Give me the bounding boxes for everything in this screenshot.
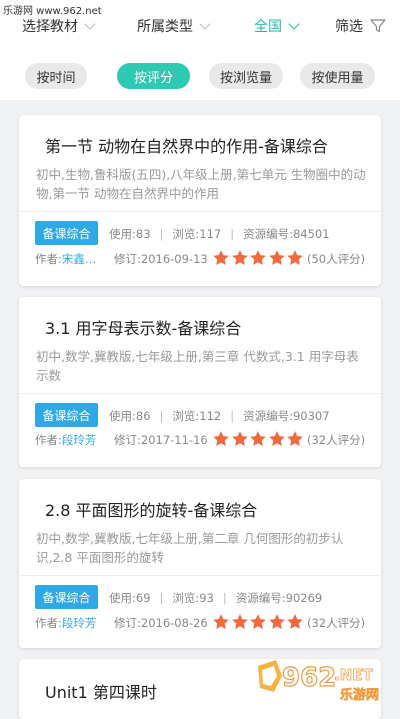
rating-count: (50人评分)	[307, 252, 366, 266]
divider	[19, 393, 381, 394]
divider	[19, 575, 381, 576]
star-icon	[231, 250, 248, 265]
resource-code: 资源编号:90269	[235, 591, 323, 605]
filter-region-label: 全国	[254, 19, 282, 35]
author: 作者:段玲芳	[35, 615, 96, 631]
card-title: Unit1 第四课时	[45, 683, 157, 702]
author-name[interactable]: 段玲芳	[62, 433, 97, 447]
rating-count: (32人评分)	[307, 616, 366, 630]
category-tag: 备课综合	[35, 221, 98, 245]
view-count: 浏览:93	[172, 591, 214, 605]
sort-bar: 按时间 按评分 按浏览量 按使用量	[0, 52, 400, 100]
usage-count: 使用:69	[109, 591, 151, 605]
chevron-down-icon	[84, 17, 96, 30]
filter-type[interactable]: 所属类型	[137, 0, 211, 52]
logo-net: .NET	[334, 666, 373, 684]
card-stats: 使用:69 | 浏览:93 | 资源编号:90269	[109, 591, 323, 605]
card-title: 2.8 平面图形的旋转-备课综合	[45, 501, 258, 520]
star-icon	[287, 614, 303, 629]
author-label: 作者:	[35, 616, 62, 630]
author-label: 作者:	[35, 433, 62, 447]
usage-count: 使用:83	[109, 227, 151, 241]
resource-code: 资源编号:84501	[243, 227, 330, 241]
divider	[19, 211, 381, 212]
resource-card[interactable]: 2.8 平面图形的旋转-备课综合 初中,数学,冀教版,七年级上册,第二章 几何图…	[19, 479, 381, 648]
card-stats: 使用:86 | 浏览:112 | 资源编号:90307	[109, 409, 330, 423]
filter-region[interactable]: 全国	[254, 0, 300, 52]
card-description: 初中,生物,鲁科版(五四),八年级上册,第七单元 生物圈中的动物,第一节 动物在…	[36, 167, 366, 201]
rating-stars	[212, 430, 305, 448]
sort-by-time-button[interactable]: 按时间	[25, 63, 87, 89]
category-tag: 备课综合	[35, 403, 98, 427]
star-icon	[268, 614, 285, 629]
revised-date: 修订:2016-08-26	[114, 616, 208, 630]
revised-date: 修订:2017-11-16	[114, 433, 208, 447]
category-tag: 备课综合	[35, 585, 98, 609]
site-logo-watermark: 962 .NET 乐游网	[258, 660, 379, 703]
filter-textbook-label: 选择教材	[22, 19, 78, 35]
author-name[interactable]: 段玲芳	[62, 616, 97, 630]
rating-stars	[212, 613, 305, 631]
chevron-down-icon	[199, 17, 211, 30]
star-icon	[231, 431, 248, 446]
card-title: 第一节 动物在自然界中的作用-备课综合	[45, 137, 328, 156]
resource-card[interactable]: 3.1 用字母表示数-备课综合 初中,数学,冀教版,七年级上册,第三章 代数式,…	[19, 297, 381, 467]
revised-date: 修订:2016-09-13	[114, 252, 208, 266]
chevron-down-icon	[288, 17, 300, 30]
sort-by-views-button[interactable]: 按浏览量	[209, 63, 283, 89]
view-count: 浏览:112	[172, 409, 222, 423]
star-icon	[268, 250, 285, 265]
sort-by-rating-button[interactable]: 按评分	[117, 63, 190, 89]
author-label: 作者:	[35, 252, 62, 266]
star-icon	[250, 431, 266, 446]
rating-stars	[212, 249, 305, 267]
filter-screen-label: 筛选	[335, 19, 363, 35]
rating-count: (32人评分)	[307, 433, 366, 447]
star-icon	[287, 431, 303, 446]
sort-by-usage-button[interactable]: 按使用量	[300, 63, 375, 89]
author-name[interactable]: 宋鑫…	[62, 252, 97, 266]
logo-text: 962	[282, 663, 336, 693]
star-icon	[250, 250, 266, 265]
star-icon	[213, 614, 229, 629]
card-description: 初中,数学,冀教版,七年级上册,第二章 几何图形的初步认识,2.8 平面图形的旋…	[36, 531, 344, 565]
usage-count: 使用:86	[109, 409, 151, 423]
resource-code: 资源编号:90307	[243, 409, 330, 423]
card-stats: 使用:83 | 浏览:117 | 资源编号:84501	[109, 227, 330, 241]
card-title: 3.1 用字母表示数-备课综合	[45, 319, 242, 338]
star-icon	[287, 250, 303, 265]
star-icon	[268, 431, 285, 446]
card-description: 初中,数学,冀教版,七年级上册,第三章 代数式,3.1 用字母表示数	[36, 349, 359, 383]
resource-card[interactable]: 第一节 动物在自然界中的作用-备课综合 初中,生物,鲁科版(五四),八年级上册,…	[19, 115, 381, 286]
author: 作者:宋鑫…	[35, 251, 96, 267]
view-count: 浏览:117	[172, 227, 222, 241]
site-watermark: 乐游网 www.962.net	[0, 0, 105, 19]
star-icon	[213, 250, 229, 265]
logo-site: 乐游网	[340, 687, 379, 703]
author: 作者:段玲芳	[35, 432, 96, 448]
star-icon	[231, 614, 248, 629]
star-icon	[250, 614, 266, 629]
filter-type-label: 所属类型	[137, 19, 193, 35]
star-icon	[213, 431, 229, 446]
funnel-icon	[370, 19, 386, 33]
filter-screen[interactable]: 筛选	[335, 0, 386, 52]
